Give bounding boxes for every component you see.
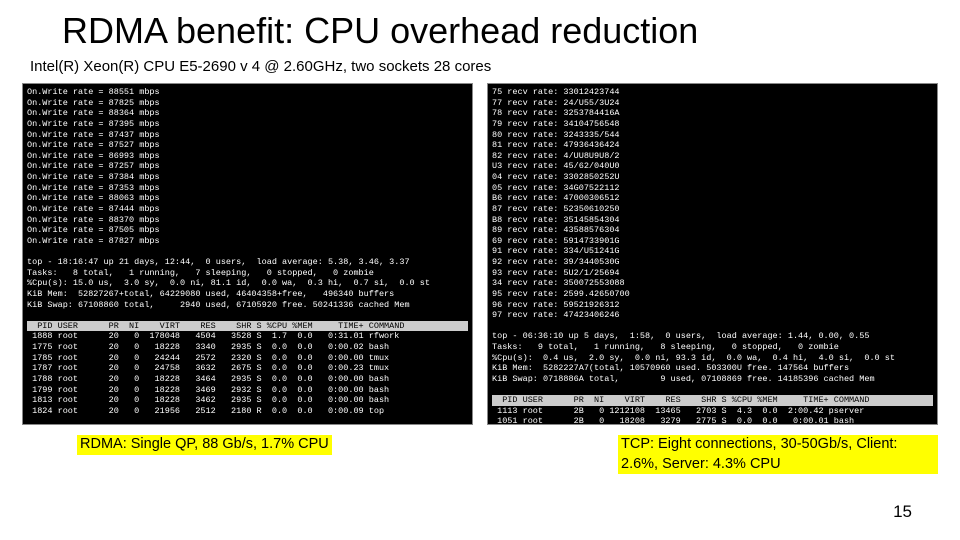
caption-rdma: RDMA: Single QP, 88 Gb/s, 1.7% CPU <box>77 435 332 455</box>
terminal-rdma: On.Write rate = 88551 mbps On.Write rate… <box>22 83 473 425</box>
captions-row: RDMA: Single QP, 88 Gb/s, 1.7% CPU TCP: … <box>0 425 960 474</box>
caption-tcp: TCP: Eight connections, 30-50Gb/s, Clien… <box>618 435 938 474</box>
terminal-tcp: 75 recv rate: 33012423744 77 recv rate: … <box>487 83 938 425</box>
terminals-row: On.Write rate = 88551 mbps On.Write rate… <box>0 83 960 425</box>
page-title: RDMA benefit: CPU overhead reduction <box>0 0 960 58</box>
page-number: 15 <box>893 502 912 522</box>
cpu-subtitle: Intel(R) Xeon(R) CPU E5-2690 v 4 @ 2.60G… <box>0 58 960 83</box>
